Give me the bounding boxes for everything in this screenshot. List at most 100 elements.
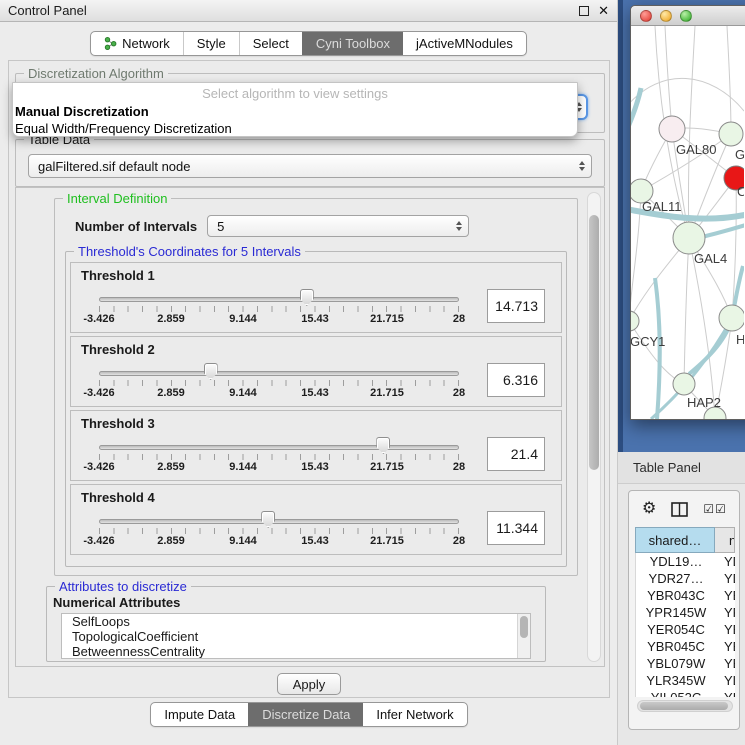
list-item[interactable]: BetweennessCentrality [62, 644, 530, 659]
stepper-icon [456, 221, 462, 231]
number-of-intervals-label: Number of Intervals [75, 219, 197, 234]
threshold-3-panel: Threshold 3 -3.426 2.859 9.144 1 [70, 410, 562, 481]
threshold-4-panel: Threshold 4 -3.426 2.859 9.144 1 [70, 484, 562, 555]
scrollbar-thumb[interactable] [640, 702, 728, 710]
column-header-name[interactable]: na [715, 527, 735, 553]
attributes-group: Attributes to discretize Numerical Attri… [46, 586, 546, 662]
table-header-row: shared… na [635, 527, 735, 553]
table-row[interactable]: YBL079WYBL0 [636, 655, 735, 672]
slider-thumb[interactable] [376, 437, 390, 454]
threshold-2-value[interactable]: 6.316 [487, 363, 545, 397]
tab-network[interactable]: Network [91, 32, 183, 55]
network-canvas[interactable]: GAL80 GA C GAL11 GAL4 GCY1 H HAP2 [631, 26, 745, 419]
gear-icon[interactable]: ⚙ [642, 501, 656, 517]
column-header-shared[interactable]: shared… [635, 527, 715, 553]
table-row[interactable]: YER054CYER0 [636, 621, 735, 638]
table-rows: YDL19…YDL1 YDR27…YDR2 YBR043CYBR0 YPR145… [635, 553, 735, 697]
table-data-group: Table Data galFiltered.sif default node [15, 139, 605, 187]
table-row[interactable]: YDR27…YDR2 [636, 570, 735, 587]
node-gal4[interactable] [673, 222, 705, 254]
node-table: shared… na YDL19…YDL1 YDR27…YDR2 YBR043C… [635, 527, 735, 712]
group-title: Threshold's Coordinates for 5 Intervals [74, 244, 305, 259]
list-item[interactable]: SelfLoops [62, 614, 530, 629]
slider-ticks [99, 306, 459, 312]
columns-icon[interactable] [671, 502, 688, 517]
table-row[interactable]: YPR145WYPR1 [636, 604, 735, 621]
threshold-label: Threshold 2 [71, 337, 561, 357]
desktop-background: GAL80 GA C GAL11 GAL4 GCY1 H HAP2 [618, 0, 745, 452]
float-window-icon[interactable] [579, 6, 589, 16]
threshold-2-slider[interactable]: -3.426 2.859 9.144 15.43 21.715 28 [99, 361, 459, 405]
zoom-traffic-light-icon[interactable] [680, 10, 692, 22]
table-row[interactable]: YBR043CYBR0 [636, 587, 735, 604]
node-top-right[interactable] [719, 122, 743, 146]
network-view-window[interactable]: GAL80 GA C GAL11 GAL4 GCY1 H HAP2 [630, 5, 745, 420]
interval-definition-group: Interval Definition Number of Intervals … [54, 198, 578, 576]
list-scrollbar[interactable] [517, 614, 530, 658]
slider-thumb[interactable] [300, 289, 314, 306]
node-right-mid[interactable] [719, 305, 744, 331]
table-row[interactable]: YIL052CYIL0 [636, 689, 735, 697]
threshold-3-slider[interactable]: -3.426 2.859 9.144 15.43 21.715 28 [99, 435, 459, 479]
scrollbar-thumb[interactable] [589, 215, 599, 470]
threshold-1-slider[interactable]: -3.426 2.859 9.144 15.43 21.715 28 [99, 287, 459, 331]
panel-title: Control Panel [8, 3, 579, 18]
slider-ticks [99, 454, 459, 460]
slider-ticks [99, 528, 459, 534]
checkbox-filter-icons[interactable]: ☑☑ [703, 502, 727, 516]
slider-scale: -3.426 2.859 9.144 15.43 21.715 28 [99, 461, 459, 475]
top-tabbar: Network Style Select Cyni Toolbox jActiv… [0, 22, 617, 56]
tab-label: Network [122, 36, 170, 51]
tab-discretize-data[interactable]: Discretize Data [248, 703, 363, 726]
tab-jactivemnodules[interactable]: jActiveMNodules [403, 32, 526, 55]
dropdown-option-equal-width[interactable]: Equal Width/Frequency Discretization [13, 120, 577, 137]
slider-thumb[interactable] [204, 363, 218, 380]
label-partial-h: H [736, 332, 744, 347]
table-panel-body: ⚙ ☑☑ shared… na YDL19…YDL1 YDR27…YDR2 YB… [628, 490, 740, 730]
tab-style[interactable]: Style [183, 32, 239, 55]
threshold-1-panel: Threshold 1 -3.426 2.859 9.144 1 [70, 262, 562, 333]
threshold-3-value[interactable]: 21.4 [487, 437, 545, 471]
slider-track[interactable] [99, 371, 459, 376]
slider-ticks [99, 380, 459, 386]
threshold-label: Threshold 1 [71, 263, 561, 283]
numerical-attributes-list[interactable]: SelfLoops TopologicalCoefficient Between… [61, 613, 531, 659]
table-panel-title: Table Panel [618, 452, 745, 484]
table-row[interactable]: YLR345WYLR3 [636, 672, 735, 689]
table-row[interactable]: YBR045CYBR0 [636, 638, 735, 655]
apply-button[interactable]: Apply [277, 673, 341, 695]
tab-impute-data[interactable]: Impute Data [151, 703, 248, 726]
minimize-traffic-light-icon[interactable] [660, 10, 672, 22]
tab-select[interactable]: Select [239, 32, 302, 55]
algorithm-dropdown-popup: Select algorithm to view settings Manual… [12, 82, 578, 137]
number-of-intervals-combobox[interactable]: 5 [207, 215, 469, 237]
threshold-4-value[interactable]: 11.344 [487, 511, 545, 545]
close-icon[interactable]: ✕ [598, 6, 609, 16]
table-hscrollbar[interactable] [637, 700, 733, 712]
table-panel: Table Panel ⚙ ☑☑ shared… na YDL19…YDL1 Y… [618, 452, 745, 745]
settings-scrollbar[interactable] [587, 192, 601, 662]
table-data-combobox[interactable]: galFiltered.sif default node [28, 154, 592, 178]
threshold-4-slider[interactable]: -3.426 2.859 9.144 15.43 21.715 28 [99, 509, 459, 553]
slider-scale: -3.426 2.859 9.144 15.43 21.715 28 [99, 313, 459, 327]
node-gcy1[interactable] [631, 311, 639, 331]
list-item[interactable]: TopologicalCoefficient [62, 629, 530, 644]
thresholds-group: Threshold's Coordinates for 5 Intervals … [65, 251, 567, 567]
threshold-1-value[interactable]: 14.713 [487, 289, 545, 323]
slider-track[interactable] [99, 445, 459, 450]
close-traffic-light-icon[interactable] [640, 10, 652, 22]
tab-infer-network[interactable]: Infer Network [363, 703, 466, 726]
table-row[interactable]: YDL19…YDL1 [636, 553, 735, 570]
tab-cyni-toolbox[interactable]: Cyni Toolbox [302, 32, 403, 55]
node-gal80[interactable] [659, 116, 685, 142]
slider-track[interactable] [99, 297, 459, 302]
dropdown-option-manual[interactable]: Manual Discretization [13, 103, 577, 120]
stepper-icon [579, 161, 585, 171]
right-side: GAL80 GA C GAL11 GAL4 GCY1 H HAP2 Table … [618, 0, 745, 745]
node-hap2[interactable] [673, 373, 695, 395]
control-panel: Control Panel ✕ Network Style Select Cyn… [0, 0, 618, 745]
settings-scroll-panel: Interval Definition Number of Intervals … [15, 187, 605, 667]
slider-thumb[interactable] [261, 511, 275, 528]
label-hap2: HAP2 [687, 395, 721, 410]
slider-track[interactable] [99, 519, 459, 524]
